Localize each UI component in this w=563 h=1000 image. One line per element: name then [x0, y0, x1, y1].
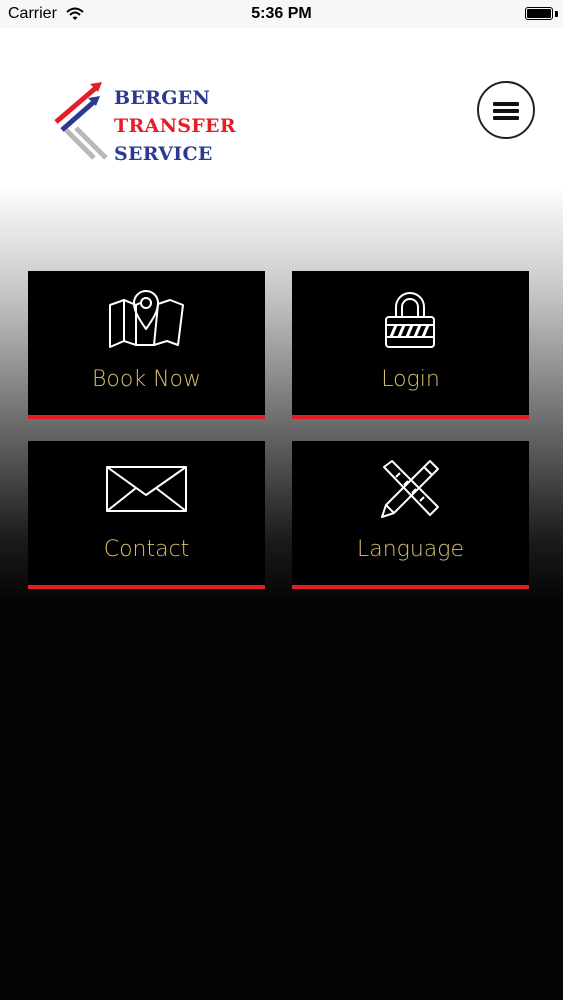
hamburger-icon-bar [493, 116, 519, 120]
logo-line-1: BERGEN [114, 87, 211, 109]
envelope-icon [106, 466, 187, 512]
map-pin-icon [109, 290, 184, 348]
logo-text: BERGEN TRANSFER SERVICE [114, 84, 236, 168]
hamburger-menu-button[interactable] [477, 81, 535, 139]
battery-tip [555, 11, 558, 17]
logo-line-2: TRANSFER [114, 115, 236, 137]
contact-button[interactable]: Contact [28, 441, 265, 589]
contact-label: Contact [103, 537, 190, 562]
company-logo: BERGEN TRANSFER SERVICE [52, 78, 252, 165]
logo-arrows-icon [54, 82, 108, 160]
clock: 5:36 PM [251, 5, 312, 22]
hamburger-icon-bar [493, 109, 519, 113]
pencil-ruler-icon [381, 460, 439, 518]
login-button[interactable]: Login [292, 271, 529, 419]
logo-line-3: SERVICE [114, 143, 213, 165]
book-now-label: Book Now [92, 367, 201, 392]
status-bar: Carrier 5:36 PM [0, 0, 563, 28]
login-label: Login [381, 367, 440, 392]
lock-icon [385, 292, 435, 348]
language-label: Language [356, 537, 465, 562]
language-button[interactable]: Language [292, 441, 529, 589]
battery-icon [525, 7, 553, 20]
book-now-button[interactable]: Book Now [28, 271, 265, 419]
hamburger-icon [493, 102, 519, 106]
